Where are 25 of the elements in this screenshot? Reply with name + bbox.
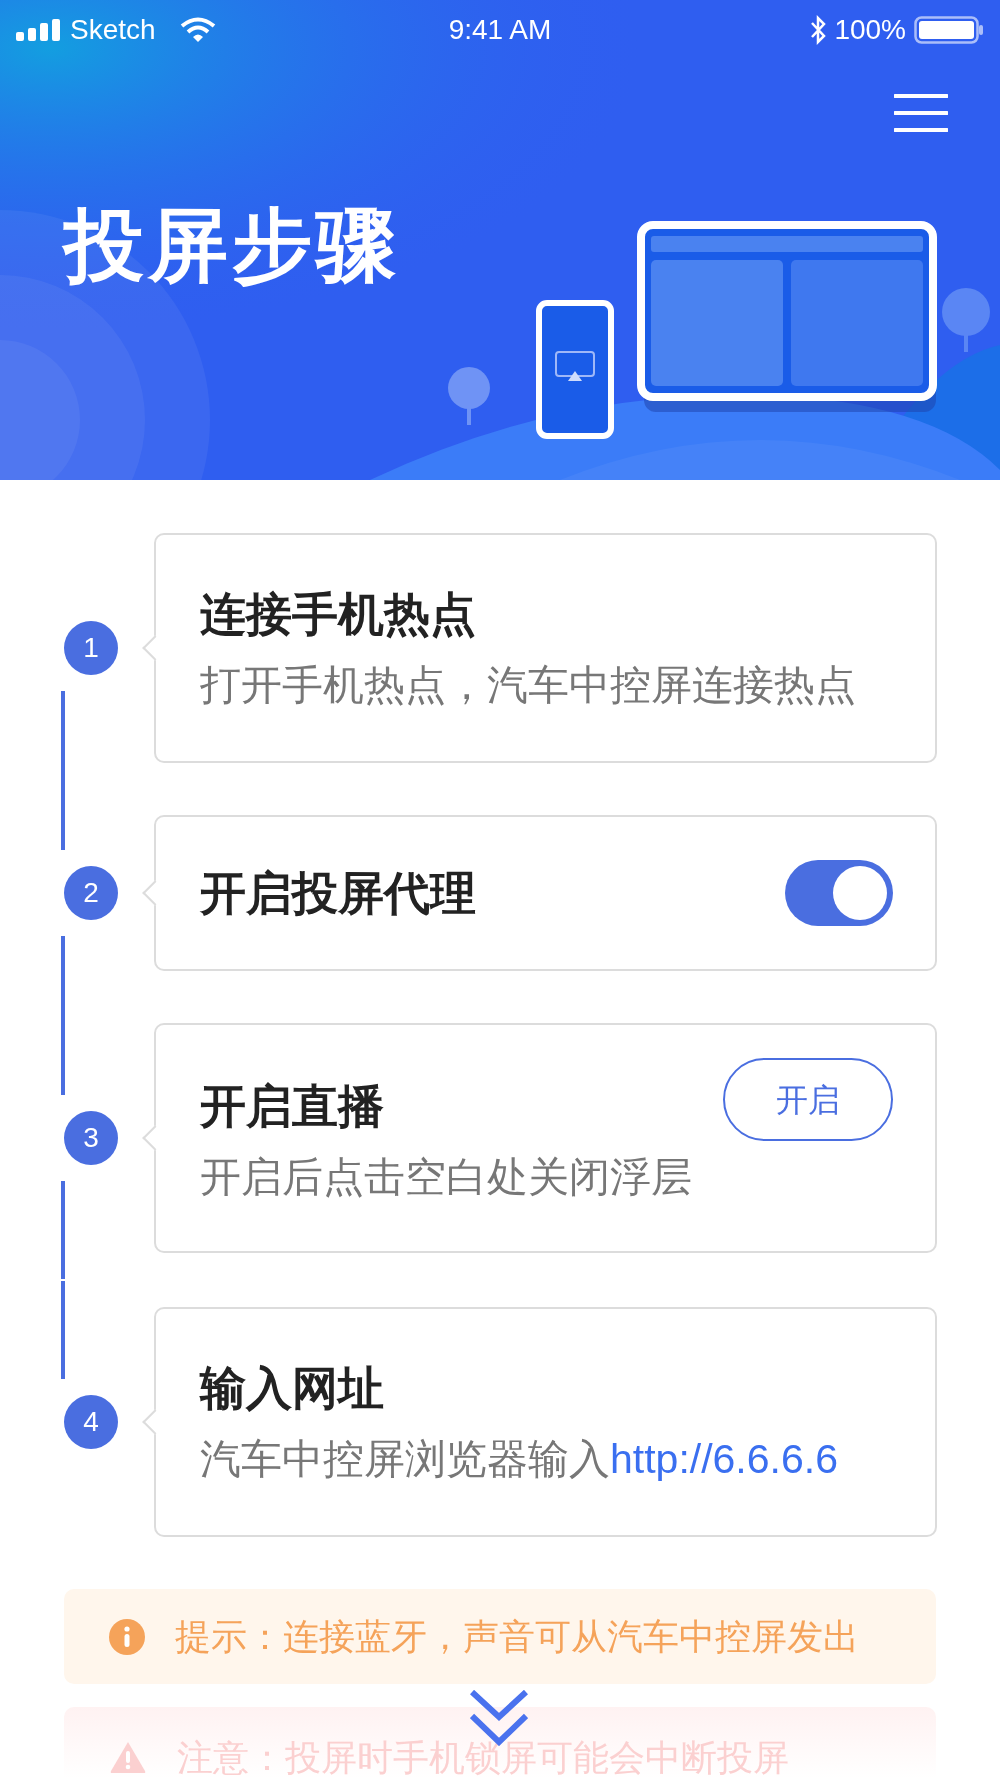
step-number: 1 — [64, 621, 118, 675]
signal-icon — [16, 19, 60, 41]
bluetooth-icon — [810, 15, 827, 45]
notice-text: 提示：连接蓝牙，声音可从汽车中控屏发出 — [175, 1614, 859, 1659]
step-number: 2 — [64, 866, 118, 920]
battery-percent: 100% — [834, 13, 906, 47]
battery-icon — [914, 16, 984, 44]
step-number: 3 — [64, 1111, 118, 1165]
page-title: 投屏步骤 — [64, 206, 400, 286]
carrier-label: Sketch — [70, 13, 156, 47]
menu-icon — [894, 92, 948, 134]
step-title: 开启投屏代理 — [200, 867, 477, 919]
wifi-icon — [179, 17, 216, 43]
info-icon — [109, 1618, 145, 1655]
step-number: 4 — [64, 1395, 118, 1449]
warning-icon — [109, 1740, 147, 1774]
step-description: 打开手机热点，汽车中控屏连接热点 — [200, 662, 857, 708]
start-button[interactable]: 开启 — [723, 1058, 893, 1141]
step-description: 汽车中控屏浏览器输入http://6.6.6.6 — [200, 1436, 839, 1482]
step-title: 开启直播 — [200, 1080, 385, 1132]
status-time: 9:41 AM — [448, 13, 552, 47]
step-description: 开启后点击空白处关闭浮层 — [200, 1154, 693, 1200]
url-link[interactable]: http://6.6.6.6 — [610, 1436, 838, 1482]
step-title: 输入网址 — [200, 1362, 385, 1414]
step-title: 连接手机热点 — [200, 588, 477, 640]
